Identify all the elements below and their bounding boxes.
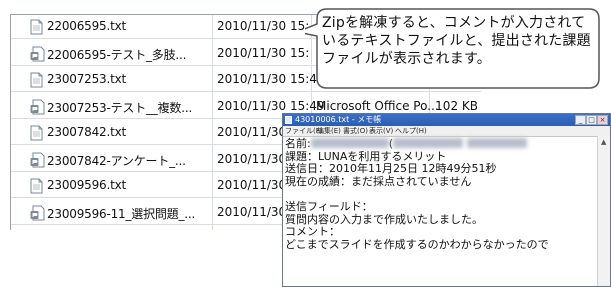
text-line-comment: どこまでスライドを作成するのかわからなかったので (285, 237, 549, 251)
file-date: 2010/11/30 15: (217, 45, 310, 60)
office-file-icon (30, 46, 45, 62)
file-size: 102 KB (435, 98, 478, 113)
text-line-comment-label: コメント： (285, 225, 340, 239)
callout-text: Zipを解凍すると、コメントが入力されているテキストファイルと、提出された課題フ… (322, 15, 591, 67)
close-button[interactable]: × (597, 115, 608, 125)
file-name: 22006595-テスト_多肢... (47, 47, 187, 62)
text-line-name: 名前:( (285, 137, 597, 151)
file-name: 23007253.txt (47, 72, 127, 86)
text-line-field: 送信フィールド： (285, 199, 373, 213)
file-name: 22006595.txt (47, 19, 127, 33)
text-line-status: 現在の成績：まだ採点されていません (285, 174, 472, 188)
notepad-icon (285, 116, 292, 124)
text-file-icon (30, 178, 43, 194)
notepad-window[interactable]: 43010006.txt - メモ帳 _ □ × ファイル(F) 編集(E) 書… (282, 113, 611, 287)
redacted-name (310, 138, 389, 148)
menu-help[interactable]: ヘルプ(H) (395, 126, 427, 136)
text-file-icon (30, 72, 43, 88)
file-date: 2010/11/30 (217, 151, 287, 166)
scroll-up-icon[interactable]: ▲ (601, 138, 606, 146)
office-file-icon (30, 205, 45, 221)
file-date: 2010/11/30 (217, 204, 287, 219)
file-name: 23009596-11_選択問題_... (47, 206, 196, 221)
file-date: 2010/11/30 (217, 178, 287, 192)
file-name: 23009596.txt (47, 178, 127, 192)
office-file-icon (30, 152, 45, 168)
minimize-button[interactable]: _ (575, 115, 586, 125)
file-date: 2010/11/30 15: (217, 19, 310, 33)
menu-edit[interactable]: 編集(E) (317, 126, 341, 136)
redacted-name-reading (393, 138, 464, 148)
file-date: 2010/11/30 (217, 125, 287, 139)
callout-balloon: Zipを解凍すると、コメントが入力されているテキストファイルと、提出された課題フ… (305, 6, 603, 94)
notepad-text-area[interactable]: 名前:( 課題：LUNAを利用するメリット 送信日：2010年11月25日 12… (285, 137, 597, 286)
notepad-scrollbar[interactable]: ▲ (597, 136, 610, 286)
text-line-date: 送信日：2010年11月25日 12時49分51秒 (285, 162, 497, 176)
notepad-menubar: ファイル(F) 編集(E) 書式(O) 表示(V) ヘルプ(H) (283, 126, 610, 137)
file-name: 23007842-アンケート_... (47, 153, 186, 168)
maximize-button[interactable]: □ (586, 115, 597, 125)
notepad-title: 43010006.txt - メモ帳 (295, 115, 382, 124)
file-date: 2010/11/30 15:49 (217, 98, 325, 113)
notepad-title-bar[interactable]: 43010006.txt - メモ帳 _ □ × (283, 114, 610, 126)
office-file-icon (30, 99, 45, 115)
redacted-id (466, 138, 527, 148)
file-name: 23007253-テスト__複数... (47, 100, 193, 115)
file-type: Microsoft Office Po... (316, 98, 439, 113)
menu-view[interactable]: 表示(V) (369, 126, 393, 136)
file-name: 23007842.txt (47, 125, 127, 139)
text-file-icon (30, 125, 43, 141)
menu-format[interactable]: 書式(O) (343, 126, 368, 136)
name-label: 名前: (285, 137, 311, 150)
text-file-icon (30, 19, 43, 35)
